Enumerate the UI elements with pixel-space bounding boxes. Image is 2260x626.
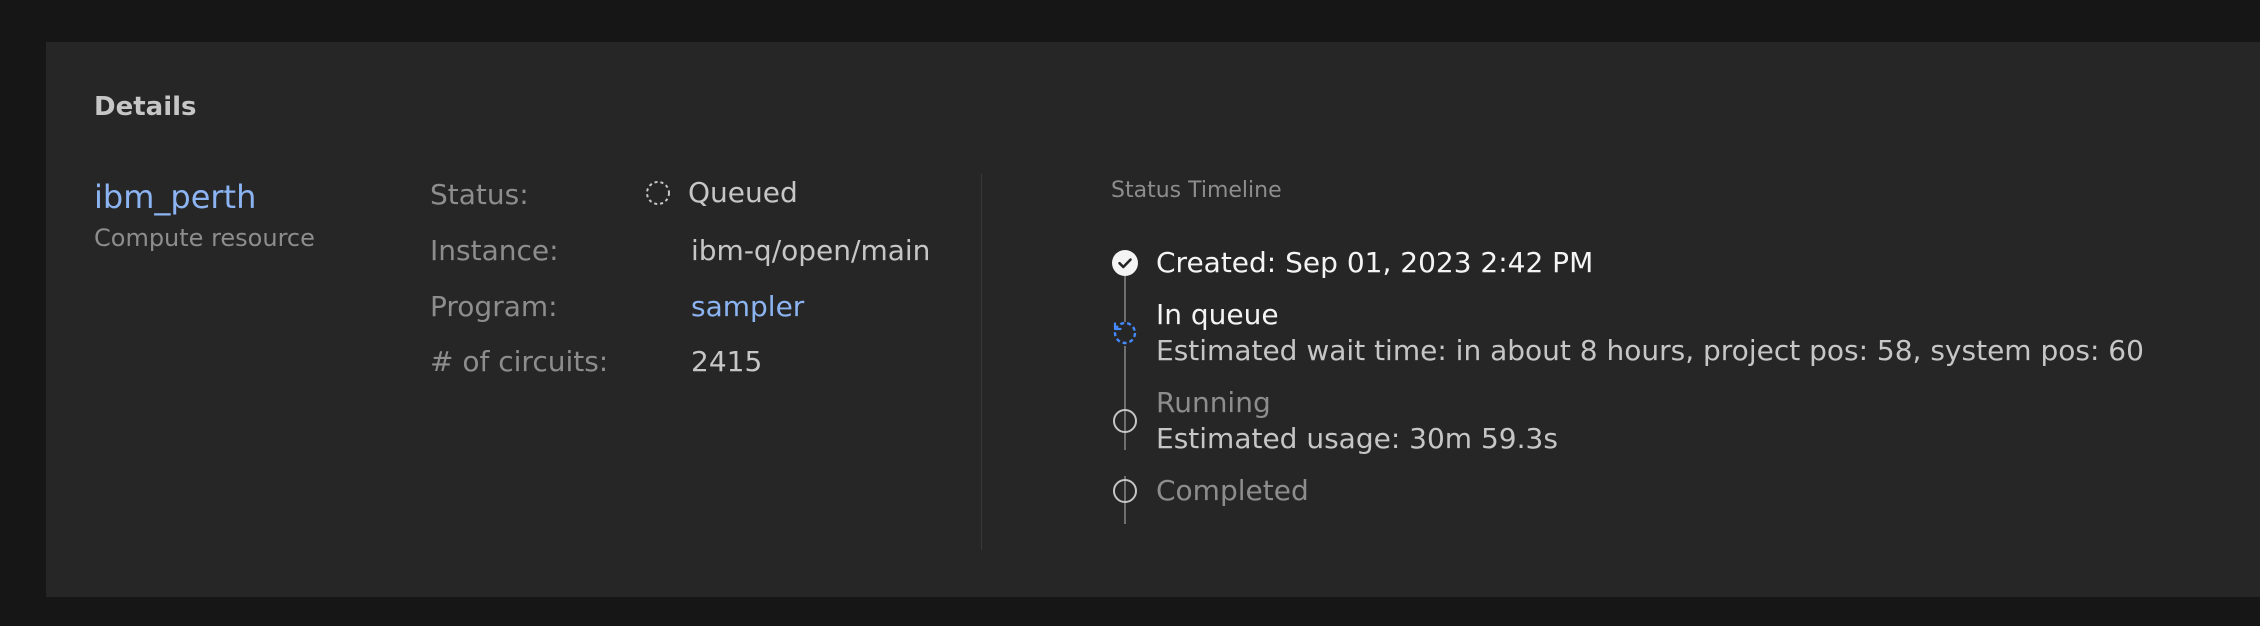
timeline-step-in-queue-detail: Estimated wait time: in about 8 hours, p… [1156, 334, 2144, 367]
timeline-step-running: Running [1156, 386, 1271, 419]
timeline-step-in-queue: In queue [1156, 298, 1279, 331]
timeline-connector [1124, 276, 1126, 322]
status-text: Queued [688, 176, 798, 209]
timeline-connector [1124, 346, 1126, 450]
backend-link[interactable]: ibm_perth [94, 178, 256, 216]
vertical-divider [981, 174, 982, 550]
timeline-step-created: Created: Sep 01, 2023 2:42 PM [1156, 246, 1594, 279]
instance-value: ibm-q/open/main [691, 234, 931, 267]
circuits-value: 2415 [691, 345, 763, 378]
checkmark-filled-icon [1112, 250, 1138, 276]
circuits-label: # of circuits: [430, 345, 609, 378]
timeline-step-completed: Completed [1156, 474, 1309, 507]
progress-icon [1112, 320, 1138, 346]
circle-outline-icon [1112, 478, 1138, 504]
instance-label: Instance: [430, 234, 559, 267]
timeline-title: Status Timeline [1111, 178, 1282, 203]
program-label: Program: [430, 290, 558, 323]
status-label: Status: [430, 178, 529, 211]
details-panel: Details ibm_perth Compute resource Statu… [46, 42, 2260, 597]
timeline-step-running-detail: Estimated usage: 30m 59.3s [1156, 422, 1558, 455]
queued-status-icon [644, 179, 672, 207]
backend-subtitle: Compute resource [94, 224, 315, 252]
program-link[interactable]: sampler [691, 290, 804, 323]
details-heading: Details [94, 92, 197, 122]
status-value: Queued [644, 176, 798, 209]
circle-outline-icon [1112, 408, 1138, 434]
